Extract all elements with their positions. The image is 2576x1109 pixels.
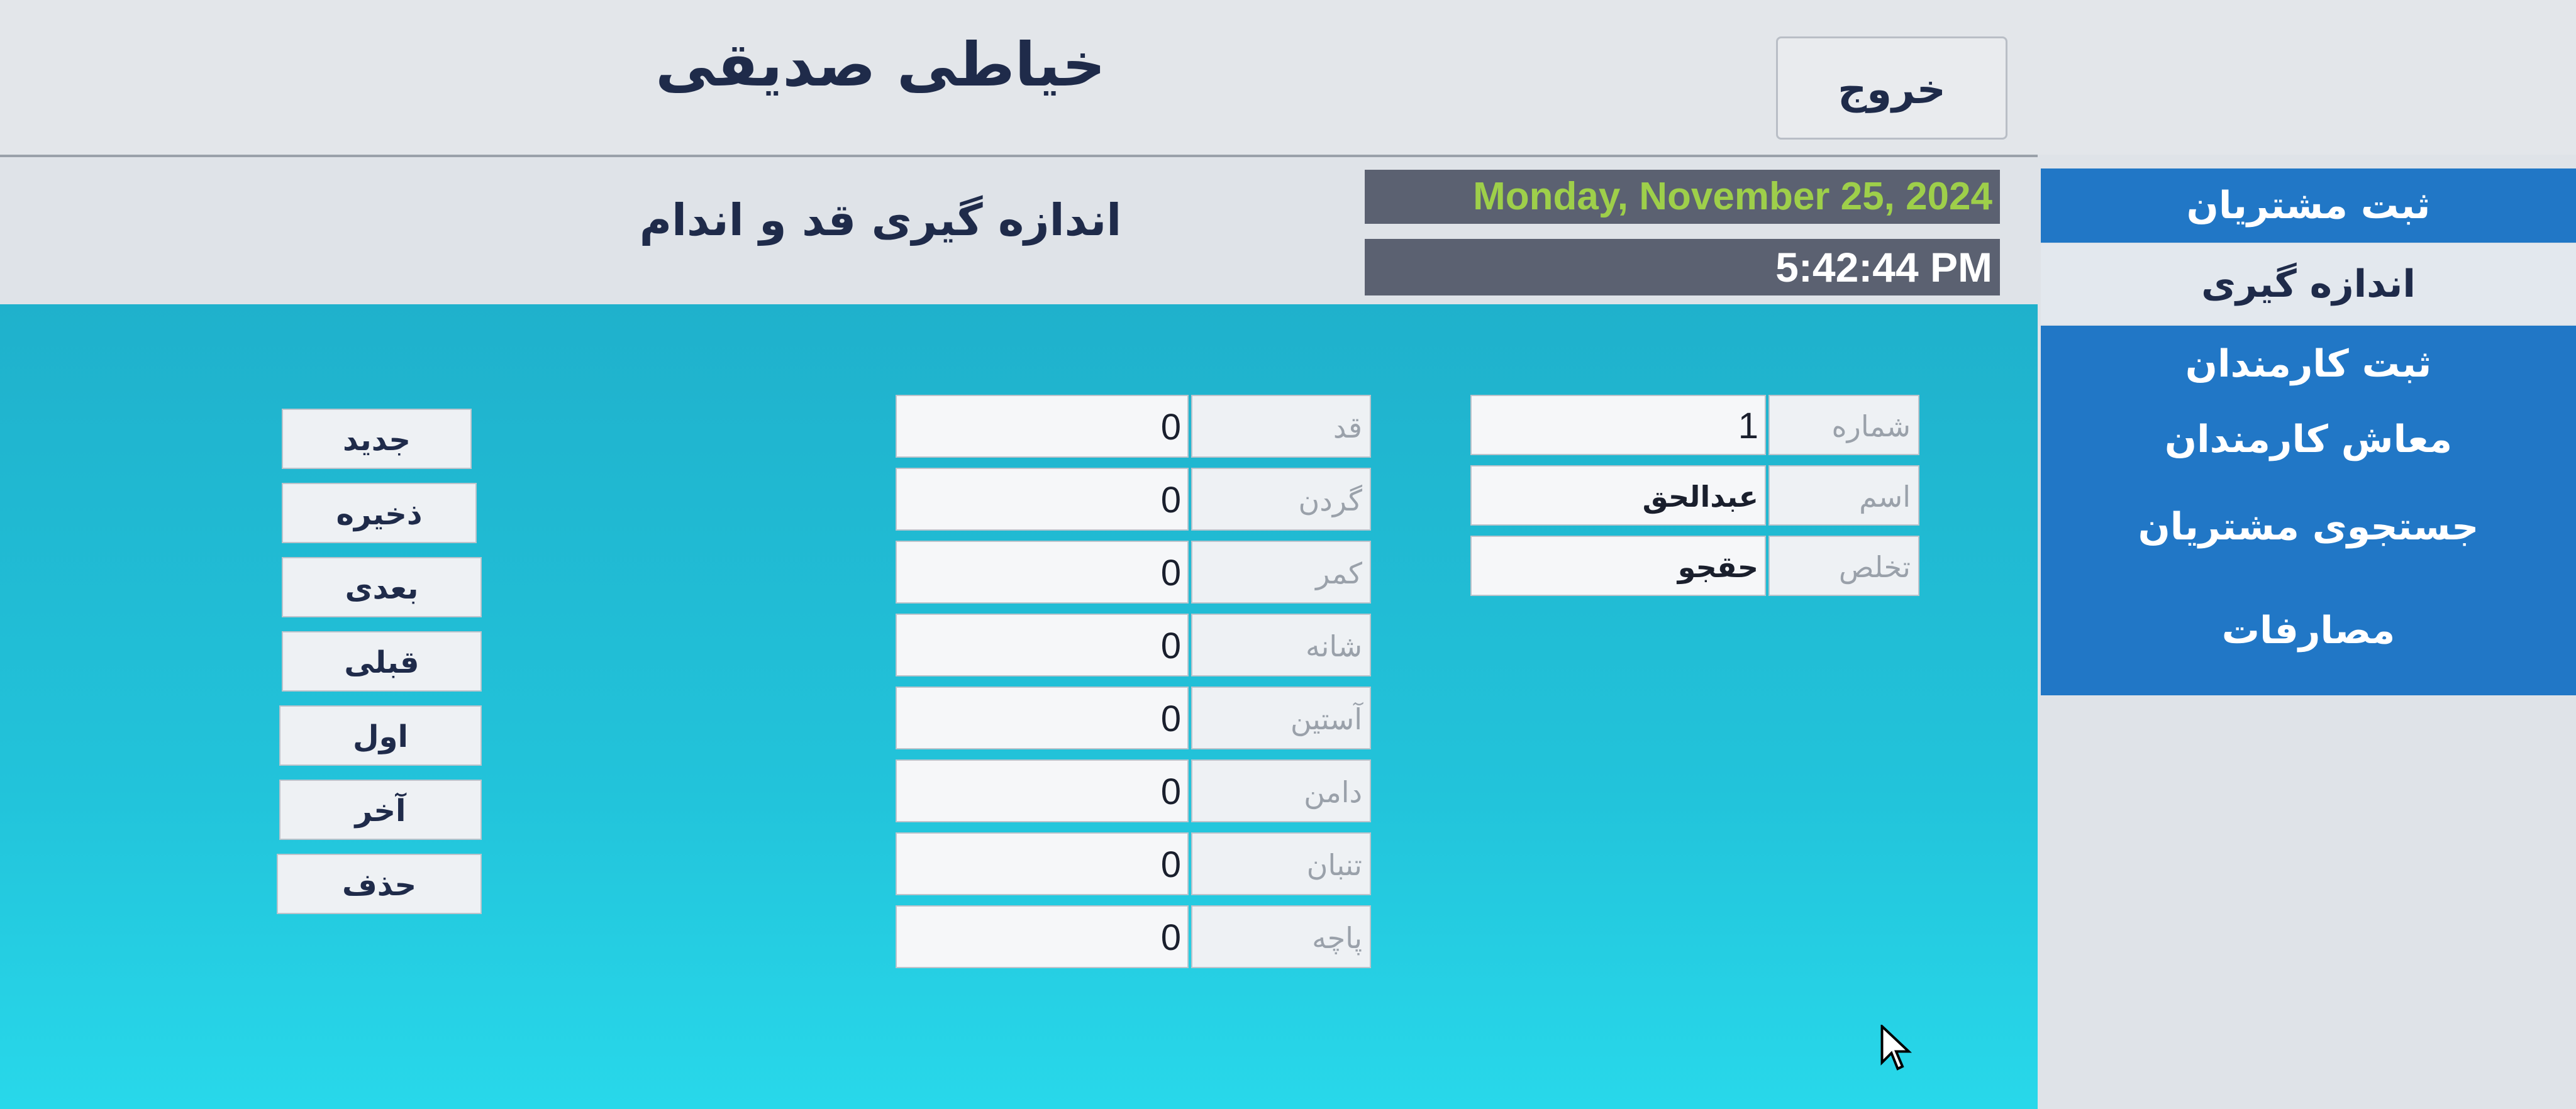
measurement-neck-field[interactable]: 0 (896, 468, 1189, 531)
measurement-shoulder-label: شانه (1191, 614, 1371, 676)
next-button[interactable]: بعدی (282, 557, 482, 617)
measurement-hem-label: پاچه (1191, 905, 1371, 968)
measurement-waist-field[interactable]: 0 (896, 541, 1189, 604)
header-divider (0, 155, 2038, 157)
measurement-height-label: قد (1191, 395, 1371, 458)
customer-surname-field[interactable]: حقجو (1470, 536, 1766, 596)
previous-button[interactable]: قبلی (282, 631, 482, 692)
sidebar-item-measurement[interactable]: اندازه گیری (2041, 244, 2576, 324)
time-display: 5:42:44 PM (1365, 239, 2000, 295)
first-button[interactable]: اول (279, 705, 482, 766)
sidebar-item-register-employees[interactable]: ثبت کارمندان (2041, 326, 2576, 402)
save-button[interactable]: ذخیره (282, 483, 477, 543)
measurement-skirt-field[interactable]: 0 (896, 759, 1189, 822)
sidebar-item-search-customers[interactable]: جستجوی مشتریان (2041, 477, 2576, 577)
header-bar (0, 0, 2576, 155)
customer-number-label: شماره (1768, 395, 1919, 455)
measurement-hem-field[interactable]: 0 (896, 905, 1189, 968)
measurement-skirt-label: دامن (1191, 759, 1371, 822)
last-button[interactable]: آخر (279, 780, 482, 840)
sidebar-item-expenses[interactable]: مصارفات (2041, 577, 2576, 695)
measurement-trousers-field[interactable]: 0 (896, 832, 1189, 895)
customer-surname-label: تخلص (1768, 536, 1919, 596)
sidebar-item-register-customers[interactable]: ثبت مشتریان (2041, 168, 2576, 243)
mouse-pointer-icon (1880, 1025, 1912, 1071)
measurement-height-field[interactable]: 0 (896, 395, 1189, 458)
sidebar-item-employee-salary[interactable]: معاش کارمندان (2041, 402, 2576, 477)
delete-button[interactable]: حذف (277, 854, 482, 914)
customer-name-field[interactable]: عبدالحق (1470, 465, 1766, 526)
page-title: اندازه گیری قد و اندام (639, 194, 1122, 246)
app-title: خیاطی صدیقی (655, 30, 1106, 100)
date-display: Monday, November 25, 2024 (1365, 170, 2000, 224)
measurement-sleeve-field[interactable]: 0 (896, 687, 1189, 749)
new-button[interactable]: جدید (282, 409, 472, 469)
exit-button[interactable]: خروج (1776, 36, 2007, 140)
measurement-shoulder-field[interactable]: 0 (896, 614, 1189, 676)
measurement-waist-label: کمر (1191, 541, 1371, 604)
customer-number-field[interactable]: 1 (1470, 395, 1766, 455)
measurement-trousers-label: تنبان (1191, 832, 1371, 895)
customer-name-label: اسم (1768, 465, 1919, 526)
measurement-sleeve-label: آستین (1191, 687, 1371, 749)
measurement-neck-label: گردن (1191, 468, 1371, 531)
